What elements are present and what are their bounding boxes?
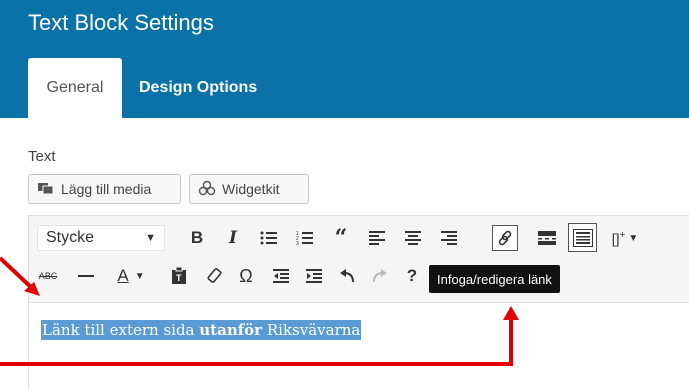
annotation-arrowhead-right [503,306,519,320]
annotation-arrows [0,256,519,366]
annotation-arrow-left [0,256,36,292]
annotation-arrow-right [0,318,513,366]
